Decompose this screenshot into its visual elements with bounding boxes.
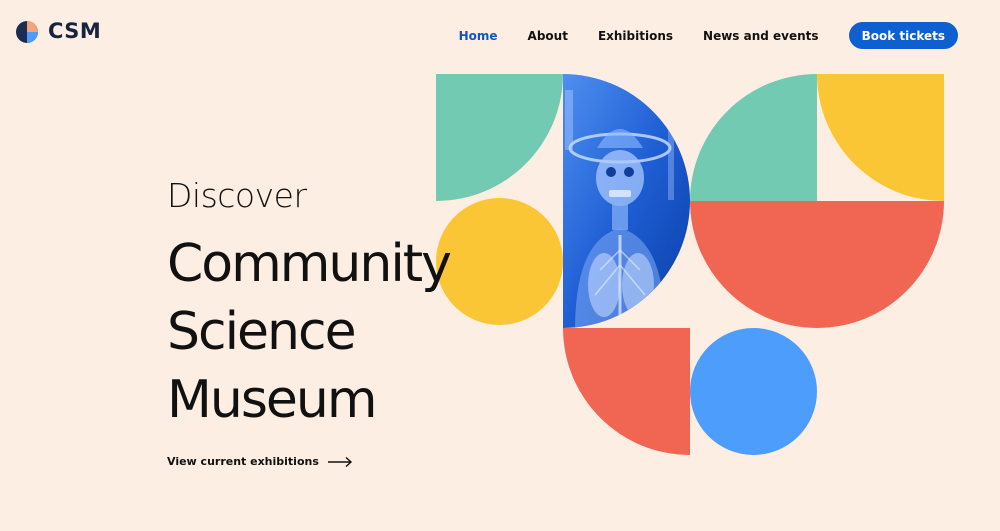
cta-label: View current exhibitions	[167, 455, 319, 468]
red-half-circle-shape	[690, 201, 944, 328]
site-logo[interactable]: CSM	[14, 18, 101, 44]
headline-line-3: Museum	[167, 370, 378, 430]
nav-item-exhibitions[interactable]: Exhibitions	[598, 29, 673, 43]
hero-headline: Community Science Museum	[167, 230, 487, 434]
main-nav: Home About Exhibitions News and events B…	[429, 22, 958, 49]
book-tickets-button[interactable]: Book tickets	[848, 22, 958, 49]
hero-kicker: Discover	[167, 176, 307, 215]
skeleton-model-photo	[563, 74, 690, 328]
arrow-right-icon	[327, 456, 352, 467]
blue-circle-shape	[690, 328, 817, 455]
nav-item-about[interactable]: About	[528, 29, 568, 43]
red-quarter-shape	[563, 328, 690, 455]
yellow-quarter-shape	[817, 74, 944, 201]
nav-item-news-and-events[interactable]: News and events	[703, 29, 819, 43]
teal-quarter-right-shape	[690, 74, 817, 201]
hero-art	[436, 74, 944, 455]
nav-item-home[interactable]: Home	[459, 29, 498, 43]
headline-line-1: Community	[167, 234, 452, 294]
view-exhibitions-link[interactable]: View current exhibitions	[167, 455, 353, 468]
csm-logo-icon	[16, 21, 38, 43]
hero-section: Discover Community Science Museum View c…	[167, 176, 452, 468]
logo-text: CSM	[48, 19, 102, 43]
teal-quarter-shape	[436, 74, 563, 201]
headline-line-2: Science	[167, 302, 357, 362]
